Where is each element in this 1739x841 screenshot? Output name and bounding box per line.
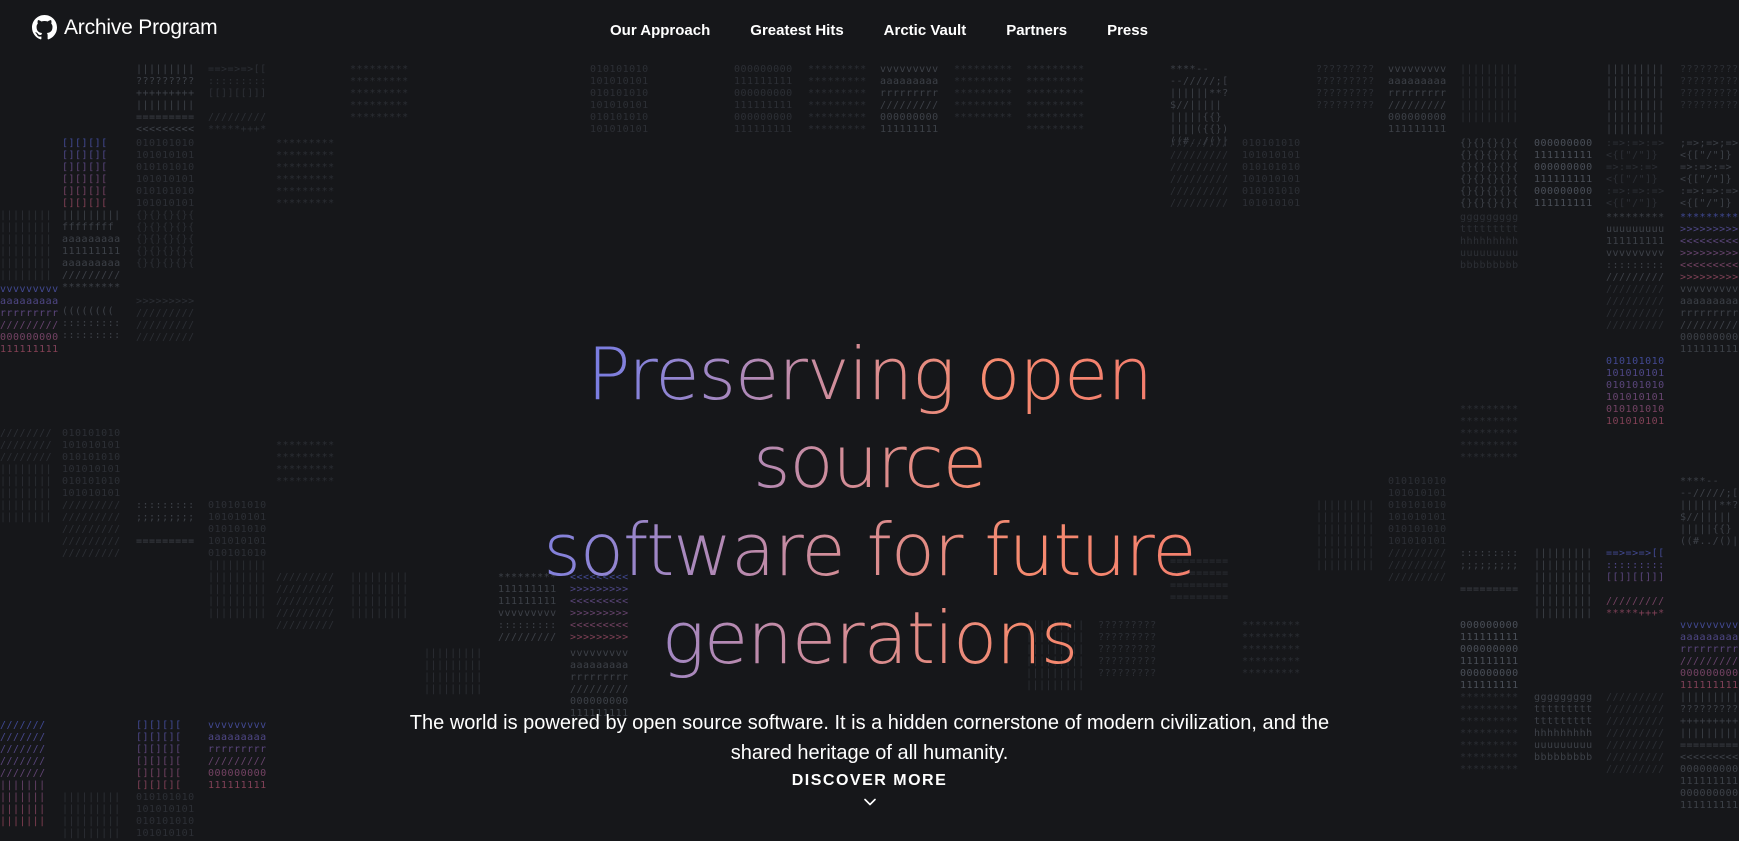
- ascii-block: ********* >>>>>>>>> <<<<<<<<< >>>>>>>>> …: [1680, 212, 1739, 283]
- ascii-block: ///////// ///////// ///////// ///////// …: [1170, 138, 1229, 209]
- hero-headline: Preserving open source software for futu…: [0, 330, 1739, 682]
- ascii-block: |||||||| |||||||| |||||||| |||||||| ||||…: [0, 210, 53, 281]
- hero-section: Preserving open source software for futu…: [0, 330, 1739, 768]
- ascii-block: ********* ********* ********* ********* …: [954, 64, 1013, 123]
- ascii-block: 010101010 101010101 010101010 101010101 …: [590, 64, 649, 135]
- ascii-block: ****-- --/////;[ ||||||**? $//||||| ||||…: [1170, 64, 1229, 147]
- ascii-block: ||||||||| ffffffff aaaaaaaaa 111111111 a…: [62, 210, 121, 341]
- main-nav: Our Approach Greatest Hits Arctic Vault …: [610, 22, 1148, 39]
- hero-subtitle: The world is powered by open source soft…: [409, 712, 1330, 764]
- ascii-block: ********* uuuuuuuuu 111111111 vvvvvvvvv …: [1606, 212, 1665, 283]
- nav-link-our-approach[interactable]: Our Approach: [610, 22, 710, 39]
- ascii-block: ********* ********* ********* ********* …: [1026, 64, 1085, 135]
- ascii-block: 010101010 101010101 010101010 101010101 …: [136, 138, 195, 269]
- ascii-block: [][][][ [][][][ [][][][ [][][][ [][][][ …: [62, 138, 108, 209]
- nav-link-arctic-vault[interactable]: Arctic Vault: [884, 22, 967, 39]
- ascii-block: ????????? ????????? ????????? ?????????: [1680, 64, 1739, 111]
- ascii-block: ********* ********* ********* ********* …: [808, 64, 867, 135]
- hero-headline-line-2: software for future generations: [370, 506, 1370, 682]
- ascii-block: vvvvvvvvv aaaaaaaaa rrrrrrrrr ///////// …: [1388, 64, 1447, 135]
- ascii-block: ????????? ????????? ????????? ?????????: [1316, 64, 1375, 111]
- site-header: Archive Program Our Approach Greatest Hi…: [0, 0, 1739, 62]
- chevron-down-icon: [0, 798, 1739, 806]
- ascii-block: ||||||||| ????????? +++++++++ ||||||||| …: [136, 64, 195, 135]
- ascii-block: ||||||||| ||||||||| ||||||||| ||||||||| …: [1606, 64, 1665, 135]
- hero-headline-line-1: Preserving open source: [490, 330, 1250, 506]
- ascii-block: ;=>;=>;=> <{["/"]} =>:=>:=> <{["/"]} :=>…: [1680, 138, 1739, 209]
- ascii-block: ********* ********* ********* ********* …: [276, 138, 335, 209]
- ascii-block: ==>=>=>[[ ::::::::: [[]][[]]] ///////// …: [208, 64, 267, 135]
- ascii-block: 010101010 101010101 010101010 101010101 …: [1242, 138, 1301, 209]
- ascii-block: 000000000 111111111 000000000 111111111 …: [734, 64, 793, 135]
- nav-link-partners[interactable]: Partners: [1006, 22, 1067, 39]
- ascii-block: ********* ********* ********* ********* …: [350, 64, 409, 123]
- ascii-block: 000000000 111111111 000000000 111111111 …: [1534, 138, 1593, 209]
- nav-link-greatest-hits[interactable]: Greatest Hits: [750, 22, 843, 39]
- github-octocat-icon: [32, 15, 57, 40]
- discover-more-label: DISCOVER MORE: [791, 772, 948, 789]
- ascii-block: ggggggggg ttttttttt hhhhhhhhh uuuuuuuuu …: [1460, 212, 1519, 271]
- ascii-block: vvvvvvvvv aaaaaaaaa rrrrrrrrr ///////// …: [880, 64, 939, 135]
- nav-link-press[interactable]: Press: [1107, 22, 1148, 39]
- ascii-block: :=>:=>:=> <{["/"]} =>:=>:=> <{["/"]} :=>…: [1606, 138, 1665, 209]
- ascii-block: ||||||||| ||||||||| ||||||||| ||||||||| …: [1460, 64, 1519, 123]
- discover-more-button[interactable]: DISCOVER MORE: [0, 772, 1739, 806]
- ascii-block: ///////// ///////// ///////// /////////: [1606, 284, 1665, 331]
- page: ||||||||| ????????? +++++++++ ||||||||| …: [0, 0, 1739, 841]
- ascii-block: {}{}{}{}{ {}{}{}{}{ {}{}{}{}{ {}{}{}{}{ …: [1460, 138, 1519, 209]
- logo-text: Archive Program: [64, 15, 218, 39]
- logo-link[interactable]: Archive Program: [32, 15, 218, 40]
